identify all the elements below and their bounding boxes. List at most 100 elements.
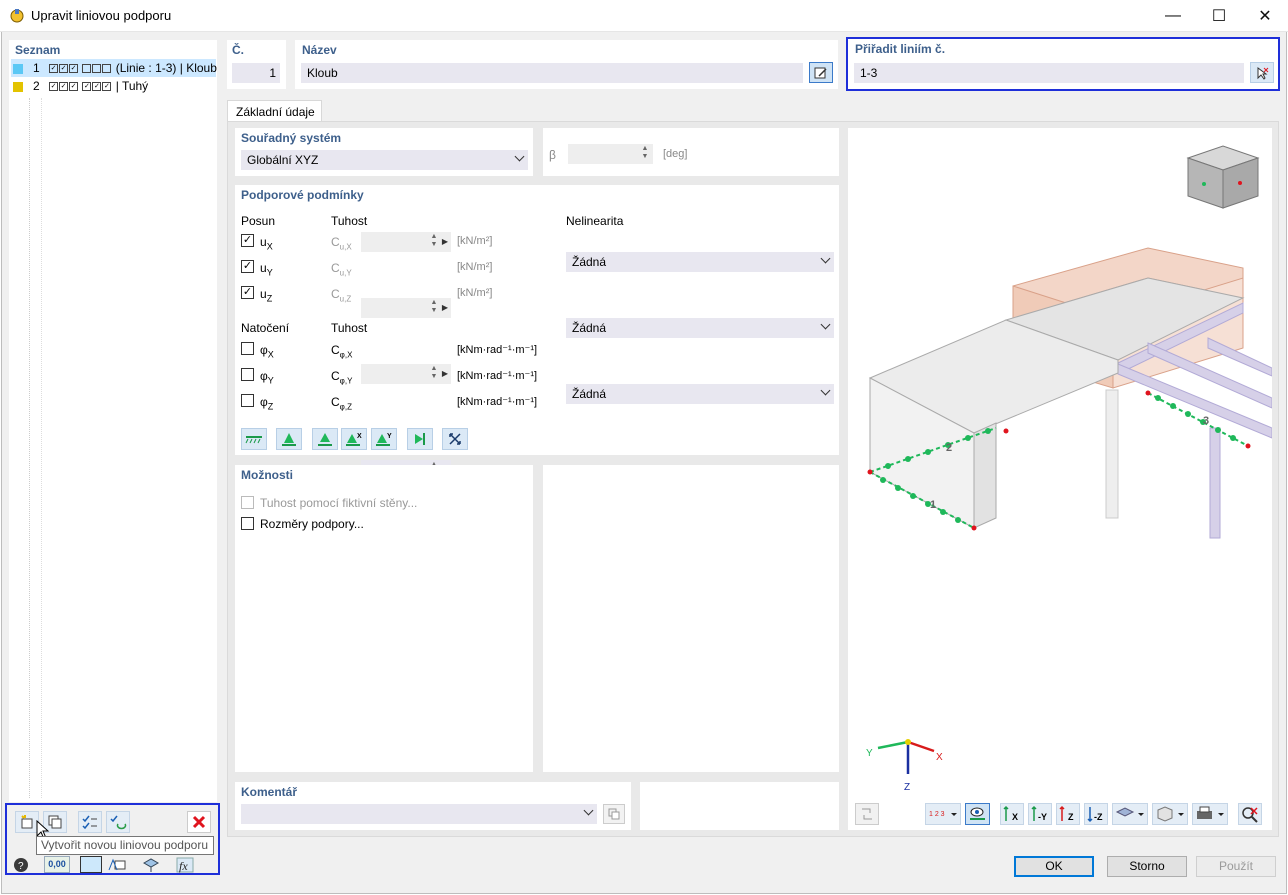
maximize-button[interactable]: ☐ [1196, 0, 1242, 31]
comment-label: Komentář [241, 785, 298, 799]
rot-checkbox[interactable] [241, 342, 254, 355]
display-button[interactable] [106, 856, 128, 873]
rot-stiffness-unit: [kNm·rad⁻¹·m⁻¹] [457, 344, 538, 356]
trans-stiffness-input[interactable]: ▲ ▼ ▶ [361, 364, 451, 384]
rot-stiffness-symbol: Cφ,Z [331, 395, 352, 412]
trans-nonlinearity-select[interactable]: Žádná [566, 384, 834, 404]
numbering-dropdown[interactable]: 1 2 3 [925, 803, 961, 825]
app-icon [10, 9, 24, 23]
rot-stiffness-header: Tuhost [331, 321, 368, 335]
axis-x-label: X [936, 752, 943, 763]
tooltip: Vytvořit novou liniovou podporu [36, 836, 214, 855]
svg-text:-Z: -Z [1094, 812, 1103, 822]
view-minus-z-button[interactable]: -Z [1084, 803, 1108, 825]
trans-nonlinearity-select[interactable]: Žádná [566, 318, 834, 338]
eye-icon [970, 807, 985, 820]
beta-input[interactable]: ▲ ▼ [568, 144, 653, 164]
stiffness-header: Tuhost [331, 214, 368, 228]
reset-view-button[interactable] [1238, 803, 1262, 825]
print-dropdown[interactable] [1192, 803, 1228, 825]
support-type-roller-button[interactable] [312, 428, 338, 450]
assign-label: Přiřadit liniím č. [855, 42, 946, 56]
svg-text:?: ? [18, 861, 24, 872]
trans-nonlinearity-select[interactable]: Žádná [566, 252, 834, 272]
support-type-free-button[interactable] [442, 428, 468, 450]
item-label: | Tuhý [115, 79, 149, 93]
view-minus-y-button[interactable]: -Y [1028, 803, 1052, 825]
options-right-panel [543, 465, 839, 772]
support-type-hinged-button[interactable] [276, 428, 302, 450]
check-all-button[interactable] [78, 811, 102, 833]
expand-arrow-icon: ▶ [441, 369, 448, 378]
assign-lines-field[interactable]: 1-3 [854, 63, 1244, 83]
visibility-button[interactable] [965, 803, 990, 825]
nonlinearity-header: Nelinearita [566, 214, 624, 228]
zoom-reset-icon [1242, 807, 1258, 823]
svg-text:1 2 3: 1 2 3 [929, 811, 945, 818]
coord-system-select[interactable]: Globální XYZ [241, 150, 528, 170]
copy-icon [608, 808, 620, 820]
chevron-down-icon [514, 151, 525, 162]
spin-arrows-icon: ▲▼ [430, 233, 438, 248]
pick-lines-button[interactable] [1250, 62, 1274, 83]
support-dimensions-label: Rozměry podpory... [260, 517, 364, 531]
numbering-icon: 1 2 3 [929, 811, 957, 818]
support-type-wall-button[interactable] [407, 428, 433, 450]
edit-name-button[interactable] [809, 62, 833, 83]
apply-button[interactable]: Použít [1196, 856, 1276, 877]
spin-arrows-icon: ▲▼ [430, 299, 438, 314]
nav-cube-icon[interactable] [1186, 145, 1260, 209]
support-type-x-button[interactable]: X [341, 428, 367, 450]
trans-dof-label: uY [260, 261, 273, 278]
list-item[interactable]: 2 ✓ ✓ ✓ ✓ ✓ ✓ | Tuhý [13, 77, 148, 95]
pick-cursor-icon [1257, 66, 1269, 80]
svg-text:Y: Y [387, 433, 392, 440]
tab-basic-data[interactable]: Základní údaje [227, 100, 322, 122]
renumber-icon [110, 815, 127, 830]
delete-button[interactable] [187, 811, 211, 833]
trans-checkbox[interactable]: ✓ [241, 260, 254, 273]
support-dimensions-checkbox[interactable] [241, 517, 254, 530]
comment-library-button[interactable] [603, 804, 625, 824]
trans-checkbox[interactable]: ✓ [241, 234, 254, 247]
trans-stiffness-input[interactable]: ▲ ▼ ▶ [361, 298, 451, 318]
view-y-icon: -Y [1031, 805, 1047, 822]
beta-label: β [549, 148, 556, 162]
help-button[interactable]: ? [10, 856, 32, 873]
units-button[interactable]: 0,00 [44, 856, 70, 873]
box-view-dropdown[interactable] [1152, 803, 1188, 825]
rot-checkbox[interactable] [241, 368, 254, 381]
tree-guide [41, 98, 42, 798]
rot-checkbox[interactable] [241, 394, 254, 407]
delete-icon [192, 815, 206, 829]
comment-input[interactable] [241, 804, 597, 824]
trans-stiffness-symbol: Cu,Z [331, 287, 352, 304]
color-button[interactable] [80, 856, 102, 873]
list-item[interactable]: 1 ✓ ✓ ✓ (Linie : 1-3) | Kloub [13, 59, 217, 77]
model-view-button[interactable] [140, 856, 162, 873]
number-field[interactable]: 1 [232, 63, 280, 83]
close-window-button[interactable]: ✕ [1242, 0, 1288, 31]
new-item-icon [21, 815, 33, 829]
name-label: Název [302, 43, 337, 57]
render-mode-dropdown[interactable] [1112, 803, 1148, 825]
view-minus-z-icon: -Z [1087, 807, 1103, 823]
function-button[interactable]: fx [174, 856, 196, 873]
view-z-button[interactable]: Z [1056, 803, 1080, 825]
support-type-y-button[interactable]: Y [371, 428, 397, 450]
view-x-button[interactable]: X [1000, 803, 1024, 825]
ok-button[interactable]: OK [1014, 856, 1094, 877]
support-type-fixed-button[interactable] [241, 428, 267, 450]
cancel-button[interactable]: Storno [1107, 856, 1187, 877]
trans-checkbox[interactable]: ✓ [241, 286, 254, 299]
coord-panel: Souřadný systém Globální XYZ [235, 128, 533, 176]
name-field[interactable]: Kloub [301, 63, 803, 83]
fictitious-wall-checkbox[interactable] [241, 496, 254, 509]
sync-view-button[interactable] [855, 803, 879, 825]
renumber-button[interactable] [106, 811, 130, 833]
trans-stiffness-input[interactable]: ▲ ▼ ▶ [361, 232, 451, 252]
minimize-button[interactable]: — [1150, 0, 1196, 31]
item-number: 2 [33, 79, 40, 93]
trans-stiffness-symbol: Cu,X [331, 235, 352, 252]
model-3d-view[interactable]: 1 2 3 X Y Z [848, 128, 1272, 830]
